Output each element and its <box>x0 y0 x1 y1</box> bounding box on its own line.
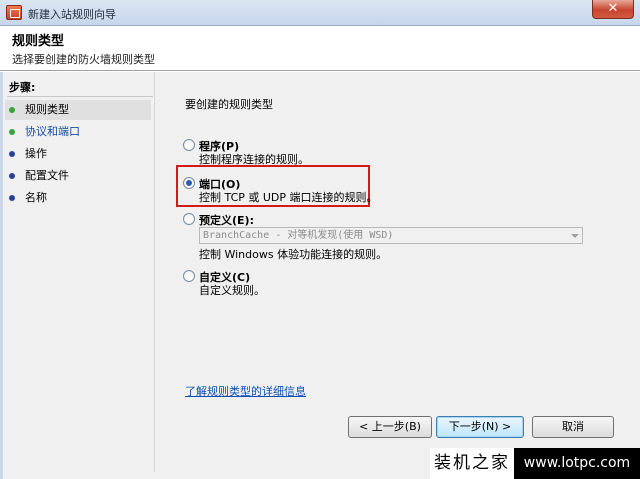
learn-more-link[interactable]: 了解规则类型的详细信息 <box>185 383 306 399</box>
step-protocol-port[interactable]: 协议和端口 <box>5 122 151 142</box>
cancel-button[interactable]: 取消 <box>532 416 614 438</box>
step-label: 规则类型 <box>25 103 69 116</box>
predefined-radio[interactable] <box>183 213 195 225</box>
predefined-select-value: BranchCache - 对等机发现(使用 WSD) <box>203 230 394 241</box>
step-profile[interactable]: 配置文件 <box>5 166 151 186</box>
step-name[interactable]: 名称 <box>5 188 151 208</box>
rule-type-question: 要创建的规则类型 <box>185 98 273 111</box>
wizard-body: 步骤: 规则类型 协议和端口 操作 配置文件 名称 要创建的规则类型 程序(P) <box>0 72 640 479</box>
wizard-header: 规则类型 选择要创建的防火墙规则类型 <box>0 26 640 71</box>
option-description: 自定义规则。 <box>199 284 265 297</box>
step-todo-bullet-icon <box>9 173 15 179</box>
steps-pane: 步骤: 规则类型 协议和端口 操作 配置文件 名称 <box>3 78 153 471</box>
site-watermark: 装机之家 www.lotpc.com <box>430 448 640 479</box>
step-todo-bullet-icon <box>9 151 15 157</box>
step-todo-bullet-icon <box>9 195 15 201</box>
watermark-url: www.lotpc.com <box>514 448 640 479</box>
option-description: 控制 Windows 体验功能连接的规则。 <box>199 248 388 261</box>
step-label: 配置文件 <box>25 169 69 182</box>
chevron-down-icon <box>571 234 579 238</box>
title-bar: 新建入站规则向导 ✕ <box>0 0 640 26</box>
port-radio[interactable] <box>183 177 195 189</box>
watermark-brand: 装机之家 <box>430 448 514 479</box>
step-done-bullet-icon <box>9 107 15 113</box>
step-label: 操作 <box>25 147 47 160</box>
step-rule-type[interactable]: 规则类型 <box>5 100 151 120</box>
step-label: 名称 <box>25 191 47 204</box>
steps-label: 步骤: <box>9 81 36 94</box>
page-title: 规则类型 <box>12 34 65 49</box>
program-radio[interactable] <box>183 139 195 151</box>
step-done-bullet-icon <box>9 129 15 135</box>
step-label: 协议和端口 <box>25 125 80 138</box>
back-button[interactable]: < 上一步(B) <box>348 416 432 438</box>
option-label: 预定义(E): <box>199 214 254 227</box>
window-title: 新建入站规则向导 <box>28 8 116 21</box>
firewall-app-icon <box>6 5 22 20</box>
steps-divider <box>7 96 153 97</box>
page-subtitle: 选择要创建的防火墙规则类型 <box>12 53 155 66</box>
main-pane: 要创建的规则类型 程序(P) 控制程序连接的规则。 端口(O) 控制 TCP 或… <box>154 72 634 472</box>
close-button[interactable]: ✕ <box>592 0 634 19</box>
step-action[interactable]: 操作 <box>5 144 151 164</box>
option-description: 控制 TCP 或 UDP 端口连接的规则。 <box>199 191 378 204</box>
predefined-rule-select[interactable]: BranchCache - 对等机发现(使用 WSD) <box>199 227 583 244</box>
next-button[interactable]: 下一步(N) > <box>436 416 524 438</box>
custom-radio[interactable] <box>183 270 195 282</box>
